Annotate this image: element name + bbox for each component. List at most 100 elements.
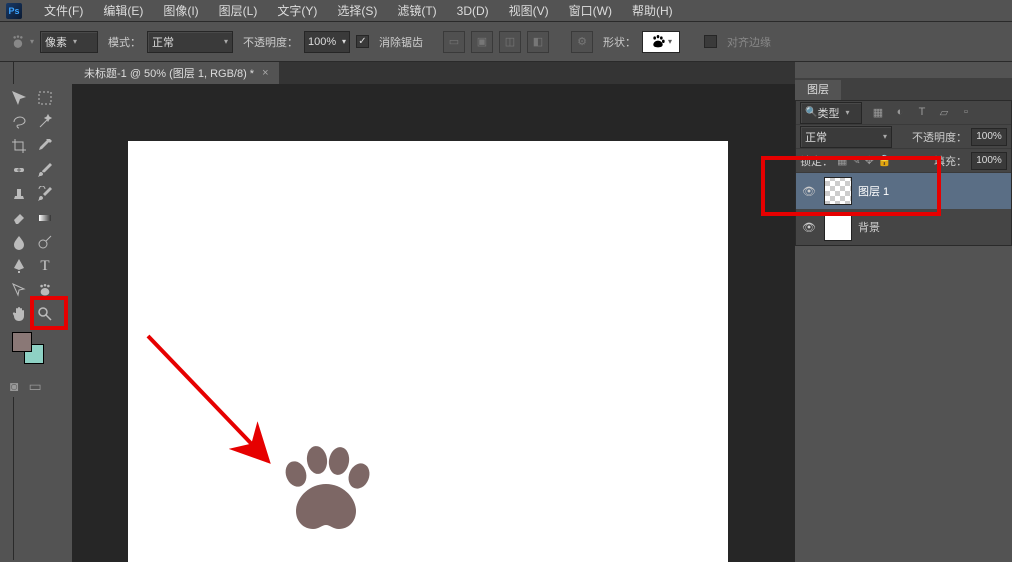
opacity-label: 不透明度： — [243, 34, 298, 50]
lock-all-icon[interactable]: 🔒 — [878, 154, 892, 167]
move-tool-icon[interactable] — [6, 86, 32, 110]
layer-filter-icons: ▦ ◐ T ▱ ▫ — [870, 106, 974, 119]
lock-transparent-icon[interactable]: ▦ — [837, 154, 847, 167]
menu-filter[interactable]: 滤镜(T) — [387, 0, 446, 21]
document-tab-title: 未标题-1 @ 50% (图层 1, RGB/8) * — [84, 65, 254, 81]
mode-label: 模式： — [108, 34, 141, 50]
lock-position-icon[interactable]: ✥ — [865, 154, 874, 167]
hand-tool-icon[interactable] — [6, 302, 32, 326]
align-edges-checkbox[interactable] — [704, 35, 717, 48]
mode-dropdown[interactable]: 正常 ▾ — [147, 31, 233, 53]
shape-picker[interactable]: ▾ — [642, 31, 680, 53]
type-tool-icon[interactable]: T — [32, 254, 58, 278]
menu-file[interactable]: 文件(F) — [34, 0, 93, 21]
quick-mask-icon[interactable]: ◙ — [10, 378, 18, 395]
boolean-subtract-icon[interactable]: ◫ — [499, 31, 521, 53]
visibility-toggle-icon[interactable]: 👁 — [800, 221, 818, 234]
dodge-tool-icon[interactable] — [32, 230, 58, 254]
filter-shape-icon[interactable]: ▱ — [936, 106, 952, 119]
magic-wand-tool-icon[interactable] — [32, 110, 58, 134]
antialias-label: 消除锯齿 — [379, 34, 423, 50]
lasso-tool-icon[interactable] — [6, 110, 32, 134]
screen-mode-icon[interactable]: ▭ — [28, 378, 41, 395]
custom-shape-tool-icon[interactable] — [32, 278, 58, 302]
tools-panel: T ◙ ▭ — [4, 84, 60, 397]
layers-panel: 🔍 类型▾ ▦ ◐ T ▱ ▫ 正常▾ 不透明度： 100% 锁定： ▦ ✎ ✥ — [795, 100, 1012, 246]
unit-value: 像素 — [45, 34, 67, 50]
layers-panel-tab[interactable]: 图层 — [795, 80, 841, 100]
boolean-intersect-icon[interactable]: ◧ — [527, 31, 549, 53]
layer-item-1[interactable]: 👁 图层 1 — [796, 173, 1011, 209]
clone-stamp-tool-icon[interactable] — [6, 182, 32, 206]
brush-tool-icon[interactable] — [32, 158, 58, 182]
chevron-down-icon: ▾ — [845, 108, 849, 117]
eyedropper-tool-icon[interactable] — [32, 134, 58, 158]
lock-pixels-icon[interactable]: ✎ — [851, 154, 860, 167]
canvas[interactable] — [128, 141, 728, 562]
gear-icon[interactable]: ⚙ — [571, 31, 593, 53]
fill-label: 填充： — [934, 153, 967, 169]
lock-label: 锁定： — [800, 153, 833, 169]
blend-mode-dropdown[interactable]: 正常 ▾ — [800, 126, 892, 148]
ps-logo: Ps — [6, 3, 22, 19]
menu-type[interactable]: 文字(Y) — [267, 0, 327, 21]
layers-panel-tab-row: 图层 — [795, 78, 1012, 100]
boolean-new-icon[interactable]: ▭ — [443, 31, 465, 53]
fill-value[interactable]: 100% — [971, 152, 1007, 170]
blend-mode-value: 正常 — [805, 129, 827, 145]
menu-window[interactable]: 窗口(W) — [559, 0, 622, 21]
crop-tool-icon[interactable] — [6, 134, 32, 158]
menu-help[interactable]: 帮助(H) — [622, 0, 683, 21]
options-bar: ▾ 像素 ▾ 模式： 正常 ▾ 不透明度： 100% ▾ ✓ 消除锯齿 ▭ ▣ ◫ ◧… — [0, 22, 1012, 62]
zoom-tool-icon[interactable] — [32, 302, 58, 326]
layer-thumbnail[interactable] — [824, 213, 852, 241]
filter-type-value: 类型 — [817, 105, 839, 121]
menu-image[interactable]: 图像(I) — [153, 0, 208, 21]
menu-edit[interactable]: 编辑(E) — [93, 0, 153, 21]
menu-view[interactable]: 视图(V) — [499, 0, 559, 21]
layer-filter-type-dropdown[interactable]: 🔍 类型▾ — [800, 102, 862, 124]
history-brush-tool-icon[interactable] — [32, 182, 58, 206]
document-tab[interactable]: 未标题-1 @ 50% (图层 1, RGB/8) * × — [72, 62, 279, 84]
chevron-down-icon: ▾ — [668, 37, 672, 46]
mode-value: 正常 — [152, 34, 174, 50]
align-edges-label: 对齐边缘 — [727, 34, 771, 50]
layer-name-label: 图层 1 — [858, 183, 889, 199]
marquee-tool-icon[interactable] — [32, 86, 58, 110]
color-swatches[interactable] — [12, 332, 52, 372]
blur-tool-icon[interactable] — [6, 230, 32, 254]
chevron-down-icon: ▾ — [73, 37, 77, 46]
menu-3d[interactable]: 3D(D) — [447, 2, 499, 20]
unit-dropdown[interactable]: 像素 ▾ — [40, 31, 98, 53]
filter-smart-icon[interactable]: ▫ — [958, 106, 974, 119]
antialias-checkbox[interactable]: ✓ — [356, 35, 369, 48]
filter-adjust-icon[interactable]: ◐ — [892, 106, 908, 119]
layer-item-background[interactable]: 👁 背景 — [796, 209, 1011, 245]
visibility-toggle-icon[interactable]: 👁 — [800, 185, 818, 198]
path-selection-tool-icon[interactable] — [6, 278, 32, 302]
chevron-down-icon: ▾ — [342, 37, 346, 46]
annotation-arrow — [138, 326, 298, 486]
filter-type-icon[interactable]: T — [914, 106, 930, 119]
chevron-down-icon: ▾ — [883, 132, 887, 141]
close-tab-icon[interactable]: × — [262, 67, 268, 79]
layer-opacity-value[interactable]: 100% — [971, 128, 1007, 146]
pen-tool-icon[interactable] — [6, 254, 32, 278]
menu-bar: Ps 文件(F) 编辑(E) 图像(I) 图层(L) 文字(Y) 选择(S) 滤… — [0, 0, 1012, 22]
filter-pixel-icon[interactable]: ▦ — [870, 106, 886, 119]
chevron-down-icon: ▾ — [30, 37, 34, 46]
healing-brush-tool-icon[interactable] — [6, 158, 32, 182]
boolean-add-icon[interactable]: ▣ — [471, 31, 493, 53]
menu-layer[interactable]: 图层(L) — [209, 0, 268, 21]
opacity-value: 100% — [308, 36, 336, 48]
layer-thumbnail[interactable] — [824, 177, 852, 205]
chevron-down-icon: ▾ — [224, 37, 228, 46]
gradient-tool-icon[interactable] — [32, 206, 58, 230]
menu-select[interactable]: 选择(S) — [327, 0, 387, 21]
foreground-color-swatch[interactable] — [12, 332, 32, 352]
eraser-tool-icon[interactable] — [6, 206, 32, 230]
work-area — [72, 84, 795, 562]
tool-preset-picker[interactable]: ▾ — [8, 30, 34, 54]
opacity-input[interactable]: 100% ▾ — [304, 31, 350, 53]
shape-label: 形状： — [603, 34, 636, 50]
